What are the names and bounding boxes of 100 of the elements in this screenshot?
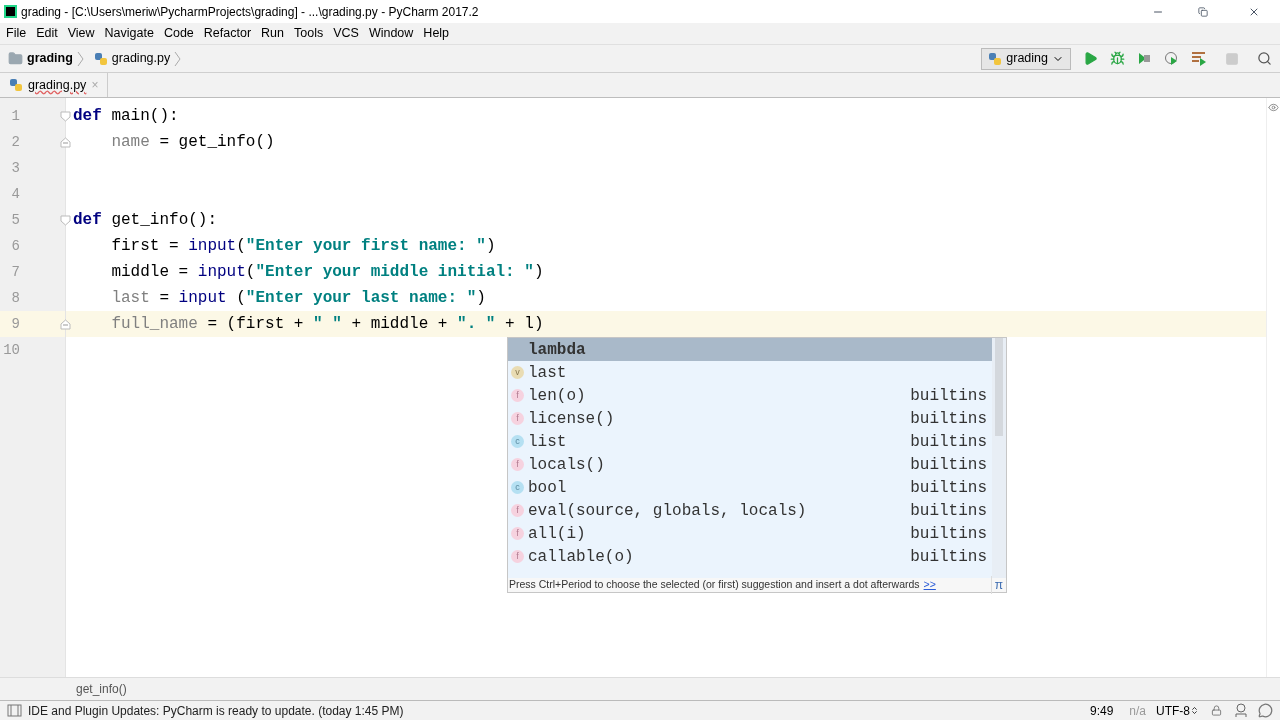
suggestion-source: builtins [910, 500, 987, 522]
symbol-kind-icon: f [511, 504, 524, 517]
completion-item[interactable]: f eval(source, globals, locals) builtins [508, 499, 992, 522]
bug-icon[interactable] [1110, 51, 1125, 66]
run-icon[interactable] [1083, 51, 1098, 66]
inspection-eye-icon[interactable] [1268, 102, 1279, 113]
line-number: 7 [10, 262, 20, 282]
symbol-kind-icon: f [511, 458, 524, 471]
completion-item[interactable]: f len(o) builtins [508, 384, 992, 407]
suggestion-name: locals() [528, 454, 605, 476]
suggestion-name: bool [528, 477, 567, 499]
scrollbar-thumb[interactable] [995, 338, 1003, 436]
encoding-selector[interactable]: UTF-8 [1156, 701, 1199, 720]
completion-item[interactable]: f callable(o) builtins [508, 545, 992, 568]
folder-icon [8, 51, 23, 66]
menu-item[interactable]: Edit [31, 24, 63, 43]
symbol-kind-icon: f [511, 412, 524, 425]
suggestion-name: license() [528, 408, 615, 430]
line-number: 1 [10, 106, 20, 126]
code-line: last = input ("Enter your last name: ") [111, 288, 486, 309]
line-number: 10 [2, 340, 20, 360]
fold-marker-icon[interactable] [60, 110, 71, 122]
fold-marker-icon[interactable] [60, 136, 71, 148]
updown-icon [1190, 706, 1199, 715]
suggestion-source: builtins [910, 477, 987, 499]
breadcrumb-item[interactable]: grading.py [93, 49, 186, 68]
suggestion-source: builtins [910, 454, 987, 476]
chevron-separator-icon [174, 50, 182, 67]
line-number: 8 [10, 288, 20, 308]
panel-toggle-icon[interactable] [7, 704, 22, 717]
symbol-kind-icon: v [511, 366, 524, 379]
inspector-icon[interactable] [1234, 703, 1248, 718]
code-line: name = get_info() [111, 132, 275, 153]
completion-item[interactable]: lambda [508, 338, 992, 361]
suggestion-source: builtins [910, 523, 987, 545]
python-file-icon [9, 78, 23, 92]
menu-item[interactable]: File [1, 24, 32, 43]
code-line: def main(): [73, 106, 179, 127]
app-logo-icon [4, 5, 17, 18]
list-run-icon[interactable] [1191, 51, 1207, 66]
event-log-icon[interactable] [1258, 703, 1273, 718]
completion-item[interactable]: v last [508, 361, 992, 384]
suggestion-source: builtins [910, 546, 987, 568]
status-message: IDE and Plugin Updates: PyCharm is ready to update. (today 1:45 PM) [28, 702, 404, 720]
symbol-kind-icon: c [511, 435, 524, 448]
python-file-icon [93, 51, 108, 66]
restore-icon[interactable] [1198, 6, 1208, 17]
menu-item[interactable]: Help [418, 24, 455, 43]
menu-item[interactable]: Refactor [198, 24, 257, 43]
suggestion-name: last [528, 362, 567, 384]
menu-item[interactable]: Tools [289, 24, 329, 43]
lock-icon[interactable] [1211, 705, 1222, 716]
suggestion-source: builtins [910, 408, 987, 430]
suggestion-name: list [528, 431, 567, 453]
code-line: def get_info(): [73, 210, 218, 231]
line-number: 5 [10, 210, 20, 230]
coverage-icon[interactable] [1137, 51, 1152, 66]
code-breadcrumb[interactable]: get_info() [76, 680, 127, 698]
line-number: 2 [10, 132, 20, 152]
caret-position[interactable]: 9:49 [1089, 701, 1114, 720]
menu-item[interactable]: Code [158, 24, 199, 43]
menu-item[interactable]: VCS [328, 24, 364, 43]
menu-item[interactable]: Run [256, 24, 289, 43]
breadcrumb-item[interactable]: grading [8, 49, 88, 68]
menu-item[interactable]: View [62, 24, 100, 43]
symbol-kind-icon: c [511, 481, 524, 494]
run-config-dropdown[interactable]: grading [981, 47, 1071, 70]
completion-item[interactable]: f all(i) builtins [508, 522, 992, 545]
suggestion-source: builtins [910, 385, 987, 407]
menu-item[interactable]: Window [363, 24, 419, 43]
suggestion-name: eval(source, globals, locals) [528, 500, 807, 522]
window-title: grading - [C:\Users\meriw\PycharmProjects\grading] - ...\grading.py - PyCharm 2017.2 [21, 3, 479, 21]
suggestion-name: len(o) [528, 385, 586, 407]
suggestion-name: all(i) [528, 523, 586, 545]
symbol-kind-icon: f [511, 527, 524, 540]
completion-hint: Press Ctrl+Period to choose the selected (or first) suggestion and insert a dot afterwards [509, 577, 920, 593]
line-number: 3 [10, 158, 20, 178]
symbol-kind-icon: f [511, 550, 524, 563]
suggestion-source: builtins [910, 431, 987, 453]
line-number: 6 [10, 236, 20, 256]
line-number: 9 [10, 314, 20, 334]
symbol-kind-icon: f [511, 389, 524, 402]
completion-item[interactable]: c list builtins [508, 430, 992, 453]
code-line: first = input("Enter your first name: ") [111, 236, 496, 257]
menu-item[interactable]: Navigate [99, 24, 159, 43]
suggestion-name: lambda [528, 339, 586, 361]
stop-icon[interactable] [1225, 51, 1239, 66]
code-line: middle = input("Enter your middle initial: ") [111, 262, 544, 283]
chevron-separator-icon [76, 50, 84, 67]
completion-item[interactable]: f locals() builtins [508, 453, 992, 476]
search-icon[interactable] [1257, 51, 1272, 66]
hint-link[interactable]: >> [923, 577, 936, 593]
profile-icon[interactable] [1164, 51, 1179, 66]
fold-marker-icon[interactable] [60, 318, 71, 330]
pi-button[interactable]: π [990, 576, 1006, 594]
fold-marker-icon[interactable] [60, 214, 71, 226]
completion-item[interactable]: f license() builtins [508, 407, 992, 430]
line-number: 4 [10, 184, 20, 204]
completion-item[interactable]: c bool builtins [508, 476, 992, 499]
code-line: full_name = (first + " " + middle + ". " + l) [111, 314, 544, 335]
